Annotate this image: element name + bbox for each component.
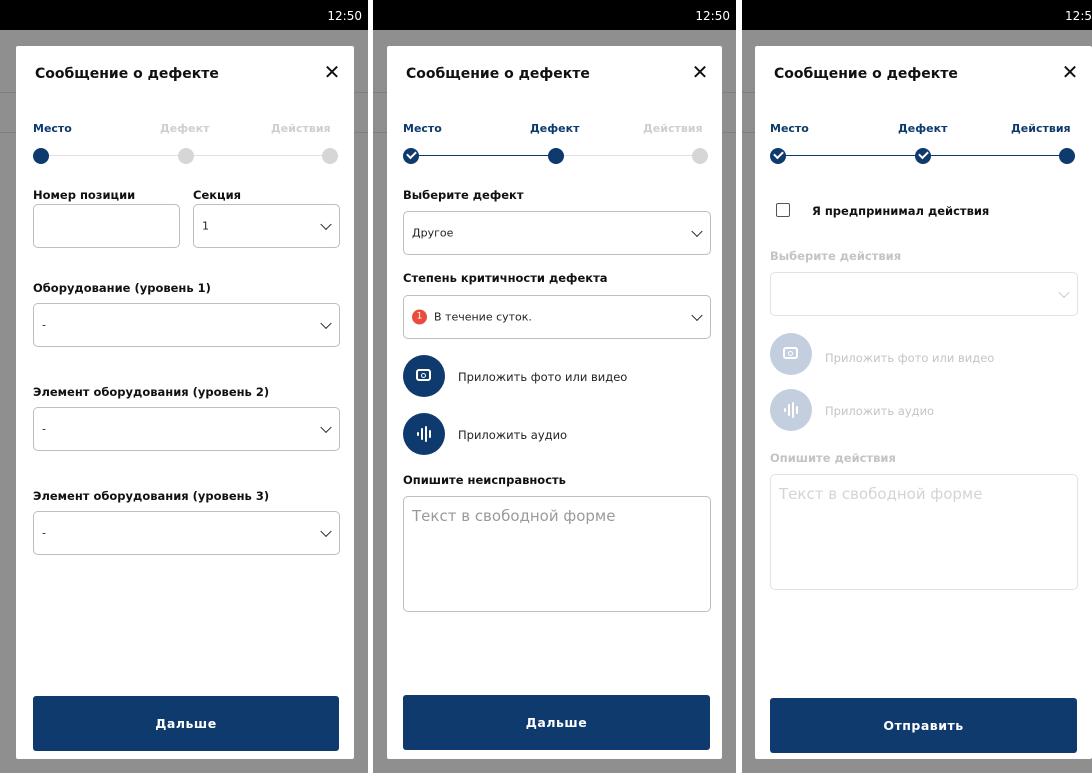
checkmark-icon — [773, 148, 784, 160]
describe-textarea[interactable]: Текст в свободной форме — [403, 496, 711, 612]
describe-actions-textarea[interactable]: Текст в свободной форме — [770, 474, 1078, 590]
defect-dialog: Сообщение о дефекте ✕ Место Дефект Дейст… — [755, 46, 1092, 759]
chevron-down-icon — [691, 225, 703, 238]
actions-taken-checkbox[interactable] — [776, 203, 790, 217]
step-actions[interactable]: Действия — [1011, 122, 1071, 135]
step-place-dot — [33, 148, 49, 164]
equipment-level2-select[interactable]: - — [33, 407, 340, 451]
describe-placeholder: Текст в свободной форме — [412, 507, 616, 525]
audio-wave-icon — [784, 402, 798, 418]
equipment-level1-select[interactable]: - — [33, 303, 340, 347]
step-actions[interactable]: Действия — [271, 122, 331, 135]
defect-value: Другое — [412, 226, 454, 240]
submit-button[interactable]: Отправить — [770, 698, 1077, 753]
step-defect[interactable]: Дефект — [898, 122, 947, 135]
severity-badge: 1 — [412, 309, 427, 325]
equipment-level3-select[interactable]: - — [33, 511, 340, 555]
step-place-dot — [770, 148, 786, 164]
describe-actions-placeholder: Текст в свободной форме — [779, 485, 983, 503]
step-actions[interactable]: Действия — [643, 122, 703, 135]
equipment-level2-value: - — [42, 422, 46, 436]
actions-select[interactable] — [770, 272, 1078, 316]
attach-audio-button[interactable] — [770, 389, 812, 431]
step-actions-dot — [692, 148, 708, 164]
status-time: 12:50 — [695, 9, 730, 23]
severity-select[interactable]: 1 В течение суток. — [403, 295, 711, 339]
status-bar: 12:50 — [0, 0, 368, 30]
equipment-level3-label: Элемент оборудования (уровень 3) — [33, 489, 270, 503]
step-defect-dot — [915, 148, 931, 164]
equipment-level3-value: - — [42, 526, 46, 540]
step-actions-dot — [322, 148, 338, 164]
camera-icon — [783, 347, 798, 359]
position-input[interactable] — [33, 204, 180, 248]
step-place[interactable]: Место — [403, 122, 442, 135]
defect-dialog: Сообщение о дефекте ✕ Место Дефект Дейст… — [387, 46, 722, 759]
describe-actions-label: Опишите действия — [770, 451, 896, 465]
severity-value: В течение суток. — [434, 310, 532, 324]
next-button[interactable]: Дальше — [403, 695, 710, 750]
actions-taken-label[interactable]: Я предпринимал действия — [812, 204, 989, 218]
defect-dialog: Сообщение о дефекте ✕ Место Дефект Дейст… — [16, 46, 354, 759]
chevron-down-icon — [320, 525, 332, 538]
chevron-down-icon — [320, 218, 332, 231]
attach-audio-button[interactable] — [403, 413, 445, 455]
equipment-level1-value: - — [42, 318, 46, 332]
status-time: 12:5 — [1065, 9, 1092, 23]
step-defect-dot — [178, 148, 194, 164]
attach-photo-label[interactable]: Приложить фото или видео — [458, 370, 627, 384]
close-icon[interactable]: ✕ — [688, 60, 712, 84]
status-time: 12:50 — [327, 9, 362, 23]
status-bar: 12:50 — [373, 0, 736, 30]
position-label: Номер позиции — [33, 188, 136, 202]
next-button[interactable]: Дальше — [33, 696, 339, 751]
dialog-title: Сообщение о дефекте — [406, 66, 590, 82]
severity-label: Степень критичности дефекта — [403, 271, 608, 285]
screen-defect: 12:50 Сообщение о дефекте ✕ Место Дефект… — [373, 0, 736, 773]
attach-photo-label[interactable]: Приложить фото или видео — [825, 351, 994, 365]
chevron-down-icon — [320, 317, 332, 330]
dialog-title: Сообщение о дефекте — [774, 66, 958, 82]
camera-icon — [416, 369, 431, 381]
defect-label: Выберите дефект — [403, 188, 524, 202]
section-select[interactable]: 1 — [193, 204, 340, 248]
screen-place: 12:50 Сообщение о дефекте ✕ Место Дефект… — [0, 0, 368, 773]
checkmark-icon — [918, 148, 929, 160]
step-place[interactable]: Место — [770, 122, 809, 135]
attach-audio-label[interactable]: Приложить аудио — [458, 428, 567, 442]
step-actions-dot — [1059, 148, 1075, 164]
equipment-level1-label: Оборудование (уровень 1) — [33, 281, 211, 295]
attach-audio-label[interactable]: Приложить аудио — [825, 404, 934, 418]
close-icon[interactable]: ✕ — [1058, 60, 1082, 84]
status-bar: 12:5 — [742, 0, 1092, 30]
section-label: Секция — [193, 188, 242, 202]
actions-select-label: Выберите действия — [770, 249, 902, 263]
stepper-line-pending — [557, 155, 701, 156]
audio-wave-icon — [417, 426, 431, 442]
describe-label: Опишите неисправность — [403, 473, 566, 487]
attach-photo-button[interactable] — [770, 333, 812, 375]
chevron-down-icon — [320, 421, 332, 434]
step-defect-dot — [548, 148, 564, 164]
chevron-down-icon — [1058, 286, 1070, 299]
step-place[interactable]: Место — [33, 122, 72, 135]
attach-photo-button[interactable] — [403, 355, 445, 397]
equipment-level2-label: Элемент оборудования (уровень 2) — [33, 385, 270, 399]
step-place-dot — [403, 148, 419, 164]
section-value: 1 — [202, 219, 209, 233]
defect-select[interactable]: Другое — [403, 211, 711, 255]
step-defect[interactable]: Дефект — [160, 122, 209, 135]
close-icon[interactable]: ✕ — [320, 60, 344, 84]
dialog-title: Сообщение о дефекте — [35, 66, 219, 82]
step-defect[interactable]: Дефект — [530, 122, 579, 135]
stepper-line-done — [411, 155, 557, 156]
checkmark-icon — [406, 148, 417, 160]
chevron-down-icon — [691, 309, 703, 322]
screen-actions: 12:5 Сообщение о дефекте ✕ Место Дефект … — [742, 0, 1092, 773]
